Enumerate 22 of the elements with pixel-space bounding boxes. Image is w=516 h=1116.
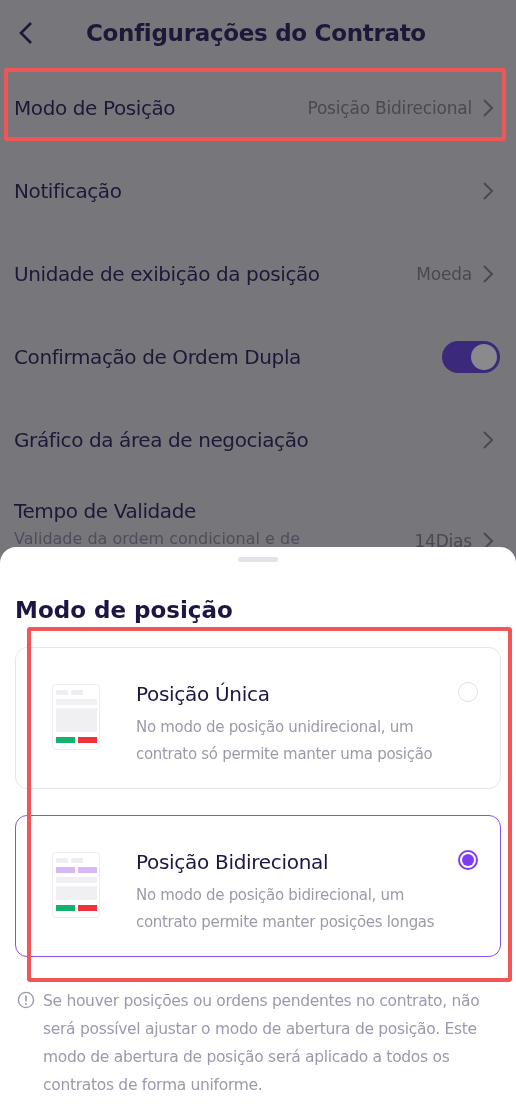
dual-position-icon [52, 852, 100, 918]
sheet-title: Modo de posição [15, 597, 234, 623]
back-icon[interactable] [18, 21, 34, 45]
setting-label[interactable]: Gráfico da área de negociação [14, 427, 472, 452]
drag-handle[interactable] [238, 557, 278, 562]
single-position-icon [52, 684, 100, 750]
setting-label[interactable]: Tempo de Validade [14, 499, 405, 523]
option-description: No modo de posição bidirecional, um contrato permite manter posições longas [136, 885, 436, 933]
option-card[interactable]: Posição Única No modo de posição unidirecional, um contrato só permite manter uma posição [15, 647, 501, 789]
info-icon [17, 991, 35, 1009]
radio-button[interactable] [458, 850, 478, 870]
page-title: Configurações do Contrato [86, 20, 426, 46]
option-title: Posição Única [136, 682, 271, 706]
option-title: Posição Bidirecional [136, 850, 330, 874]
setting-label[interactable]: Unidade de exibição da posição [14, 261, 407, 286]
toggle-switch[interactable] [442, 340, 500, 373]
option-description: No modo de posição unidirecional, um contrato só permite manter uma posição [136, 717, 434, 765]
option-card[interactable]: Posição Bidirecional No modo de posição bidirecional, um contrato permite manter posições longas [15, 815, 501, 957]
setting-label[interactable]: Modo de Posição [14, 95, 298, 120]
setting-label[interactable]: Notificação [14, 178, 472, 203]
setting-label[interactable]: Confirmação de Ordem Dupla [14, 344, 432, 369]
note-text: Se houver posições ou ordens pendentes no contrato, não será possível ajustar o modo de abertura de posição. Este modo de abertura de posição será aplicado a todos os contratos de forma uniforme. [43, 991, 481, 1096]
